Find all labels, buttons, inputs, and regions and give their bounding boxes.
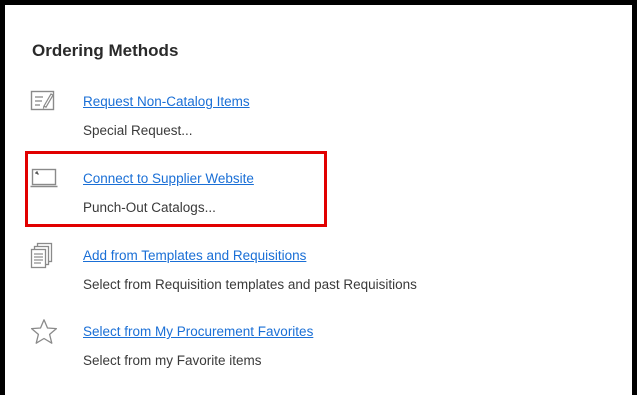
documents-stack-icon [30, 242, 56, 269]
select-from-my-procurement-favorites-link[interactable]: Select from My Procurement Favorites [83, 324, 313, 340]
ordering-method-item: Request Non-Catalog Items Special Reques… [5, 88, 605, 148]
highlight-box [25, 151, 327, 227]
select-from-my-procurement-favorites-description: Select from my Favorite items [83, 353, 262, 368]
add-from-templates-and-requisitions-description: Select from Requisition templates and pa… [83, 277, 417, 292]
request-non-catalog-items-link[interactable]: Request Non-Catalog Items [83, 94, 250, 110]
form-edit-icon [30, 88, 56, 114]
ordering-methods-panel: Ordering Methods Request Non-Catalog Ite… [0, 0, 637, 395]
ordering-method-item: Select from My Procurement Favorites Sel… [5, 318, 605, 378]
request-non-catalog-items-description: Special Request... [83, 123, 193, 138]
add-from-templates-and-requisitions-link[interactable]: Add from Templates and Requisitions [83, 248, 306, 264]
star-icon [30, 318, 58, 344]
ordering-method-item: Add from Templates and Requisitions Sele… [5, 242, 605, 302]
panel-title: Ordering Methods [32, 41, 179, 60]
